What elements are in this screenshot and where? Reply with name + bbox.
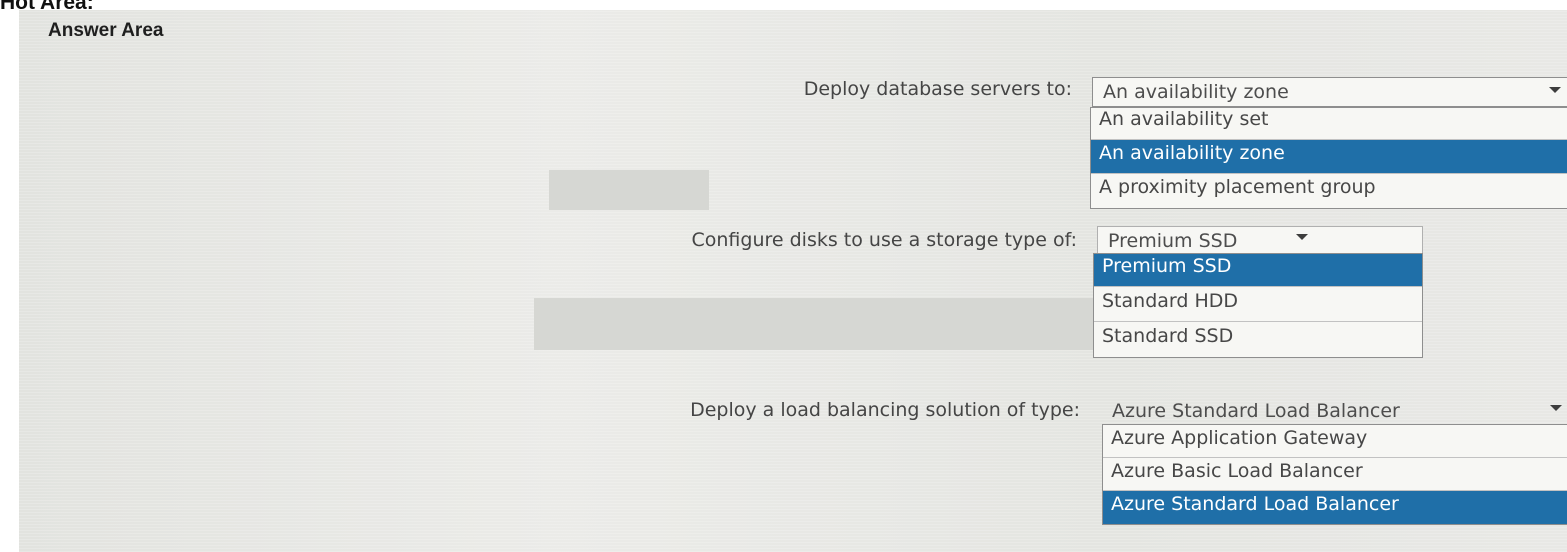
dropdown-load-balancing[interactable]: Azure Standard Load Balancer — [1099, 396, 1567, 425]
option-application-gateway[interactable]: Azure Application Gateway — [1103, 425, 1567, 458]
options-list-load-balancing: Azure Application Gateway Azure Basic Lo… — [1102, 424, 1567, 525]
dropdown-selected-value: Premium SSD — [1108, 230, 1238, 252]
dropdown-selected-value: Azure Standard Load Balancer — [1112, 400, 1400, 422]
option-availability-set[interactable]: An availability set — [1091, 108, 1567, 140]
option-proximity-placement-group[interactable]: A proximity placement group — [1091, 174, 1567, 208]
option-basic-load-balancer[interactable]: Azure Basic Load Balancer — [1103, 458, 1567, 491]
answer-area-title: Answer Area — [48, 20, 164, 41]
question-label-storage-type: Configure disks to use a storage type of… — [691, 229, 1077, 251]
dropdown-selected-value: An availability zone — [1103, 81, 1289, 103]
options-list-database-servers: An availability set An availability zone… — [1090, 107, 1567, 209]
option-standard-ssd[interactable]: Standard SSD — [1094, 322, 1422, 357]
chevron-down-icon[interactable] — [1550, 405, 1562, 411]
question-label-load-balancing: Deploy a load balancing solution of type… — [690, 399, 1080, 421]
answer-area: Answer Area Deploy database servers to: … — [19, 10, 1567, 552]
chevron-down-icon[interactable] — [1549, 87, 1561, 93]
chevron-down-icon[interactable] — [1296, 234, 1308, 240]
background-block — [534, 298, 1094, 350]
options-list-storage-type: Premium SSD Standard HDD Standard SSD — [1093, 253, 1423, 358]
background-block — [549, 170, 709, 210]
question-label-database-servers: Deploy database servers to: — [803, 78, 1072, 100]
option-standard-hdd[interactable]: Standard HDD — [1094, 287, 1422, 322]
dropdown-storage-type[interactable]: Premium SSD — [1097, 226, 1423, 255]
option-availability-zone[interactable]: An availability zone — [1091, 140, 1567, 174]
option-standard-load-balancer[interactable]: Azure Standard Load Balancer — [1103, 491, 1567, 524]
option-premium-ssd[interactable]: Premium SSD — [1094, 254, 1422, 287]
dropdown-database-servers[interactable]: An availability zone — [1092, 77, 1567, 107]
